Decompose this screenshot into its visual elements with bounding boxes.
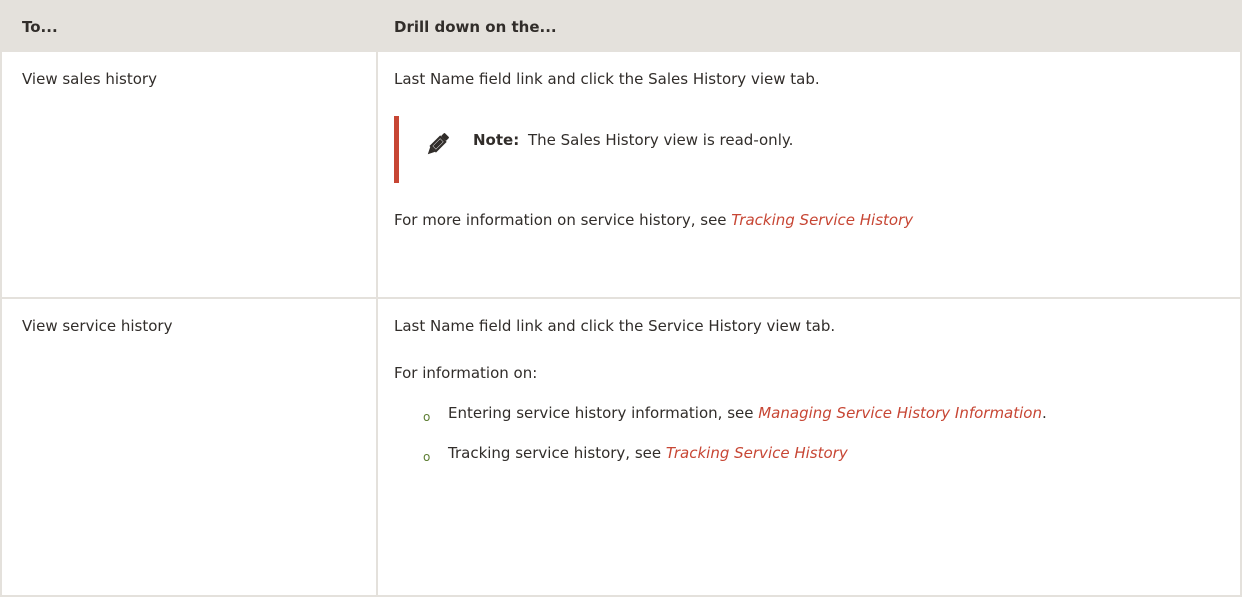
bullet-icon: o: [423, 450, 431, 464]
tracking-service-history-link[interactable]: Tracking Service History: [731, 211, 913, 229]
action-cell: View service history: [0, 297, 378, 597]
table-row: View sales history Last Name field link …: [0, 50, 1242, 299]
note-text: The Sales History view is read-only.: [527, 131, 794, 149]
list-item: o Tracking service history, see Tracking …: [394, 443, 1240, 464]
note-text-wrap: Note: The Sales History view is read-onl…: [473, 130, 793, 150]
instruction-text: Last Name field link and click the Sales…: [394, 70, 820, 88]
column-header-drill-down: Drill down on the...: [376, 0, 1242, 52]
tracking-service-history-link[interactable]: Tracking Service History: [666, 444, 848, 462]
column-header-to: To...: [0, 0, 378, 52]
instruction-cell: Last Name field link and click the Servi…: [376, 297, 1242, 597]
bullet-list: o Entering service history information, s…: [394, 403, 1240, 464]
bullet-prefix: Entering service history information, se…: [448, 404, 759, 422]
instruction-text: Last Name field link and click the Servi…: [394, 317, 836, 335]
instruction-cell: Last Name field link and click the Sales…: [376, 50, 1242, 299]
more-info-text: For more information on service history,…: [394, 210, 1240, 230]
more-info-prefix: For more information on service history,…: [394, 211, 732, 229]
note-callout: Note: The Sales History view is read-onl…: [394, 116, 1240, 183]
action-text: View service history: [22, 317, 173, 335]
note-label: Note:: [473, 131, 520, 149]
info-intro-text: For information on:: [394, 364, 538, 382]
managing-service-history-information-link[interactable]: Managing Service History Information: [758, 404, 1042, 422]
list-item: o Entering service history information, s…: [394, 403, 1240, 424]
table-header-row: To... Drill down on the...: [0, 0, 1242, 52]
bullet-icon: o: [423, 410, 431, 424]
drill-down-table: To... Drill down on the... View sales hi…: [0, 0, 1242, 597]
table-row: View service history Last Name field lin…: [0, 297, 1242, 597]
bullet-prefix: Tracking service history, see: [448, 444, 666, 462]
action-text: View sales history: [22, 70, 157, 88]
action-cell: View sales history: [0, 50, 378, 299]
bullet-suffix: .: [1041, 404, 1047, 422]
pencil-icon: [427, 133, 449, 155]
